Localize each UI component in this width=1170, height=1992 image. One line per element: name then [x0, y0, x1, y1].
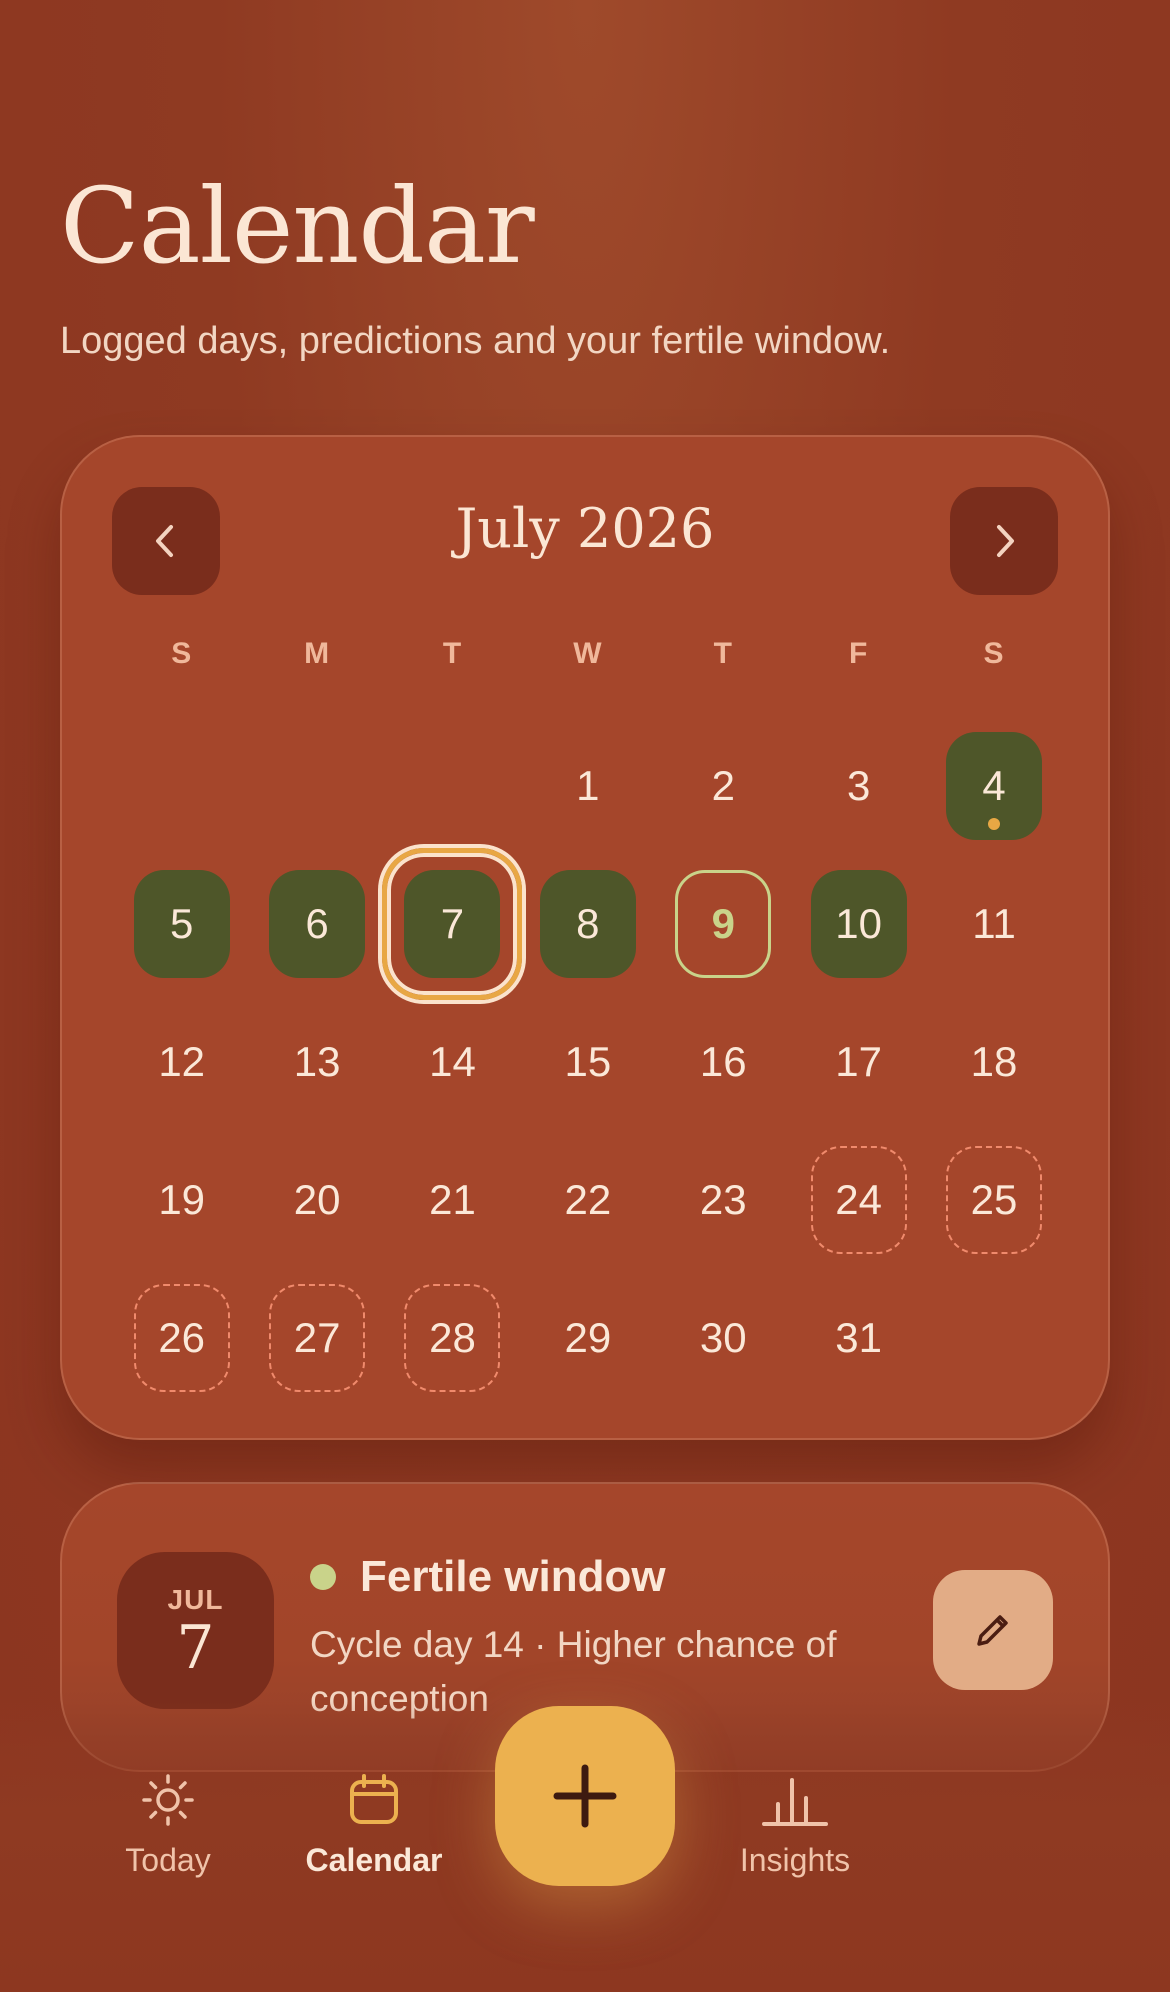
calendar-day-16[interactable]: 16	[675, 1008, 771, 1116]
tab-insights[interactable]: Insights	[710, 1770, 880, 1879]
calendar-cell: 25	[926, 1131, 1061, 1269]
calendar-day-20[interactable]: 20	[269, 1146, 365, 1254]
calendar-day-11[interactable]: 11	[946, 870, 1042, 978]
sun-icon	[142, 1774, 194, 1826]
calendar-cell: 27	[249, 1269, 384, 1407]
calendar-day-2[interactable]: 2	[675, 732, 771, 840]
calendar-day-18[interactable]: 18	[946, 1008, 1042, 1116]
tab-insights-label: Insights	[739, 1842, 851, 1878]
calendar-day-4[interactable]: 4	[946, 732, 1043, 840]
calendar-cell: 12	[114, 993, 249, 1131]
phase-title: Fertile window	[360, 1552, 666, 1601]
tab-today-label: Today	[125, 1842, 211, 1878]
page-subtitle: Logged days, predictions and your fertil…	[60, 320, 891, 362]
plus-icon	[553, 1764, 617, 1828]
date-badge-month: JUL	[167, 1583, 224, 1615]
calendar-day-8[interactable]: 8	[539, 870, 636, 978]
date-badge-day: 7	[176, 1612, 215, 1683]
weekday-label: M	[304, 637, 331, 670]
bar-chart-icon	[762, 1778, 828, 1826]
calendar-day-25[interactable]: 25	[946, 1146, 1043, 1254]
calendar-day-12[interactable]: 12	[134, 1008, 230, 1116]
calendar-day-5[interactable]: 5	[133, 870, 230, 978]
calendar-cell: 29	[520, 1269, 655, 1407]
calendar-cell: 1	[520, 717, 655, 855]
calendar-cell: 4	[926, 717, 1061, 855]
fertile-dot-icon	[310, 1564, 336, 1590]
calendar-cell: 5	[114, 855, 249, 993]
calendar-day-23[interactable]: 23	[675, 1146, 771, 1254]
calendar-cell: 18	[926, 993, 1061, 1131]
calendar-day-29[interactable]: 29	[540, 1284, 636, 1392]
calendar-cell: 26	[114, 1269, 249, 1407]
empty-day-cell	[114, 717, 249, 855]
calendar-day-24[interactable]: 24	[810, 1146, 907, 1254]
calendar-cell: 15	[520, 993, 655, 1131]
calendar-day-3[interactable]: 3	[811, 732, 907, 840]
tab-today[interactable]: Today	[83, 1770, 253, 1879]
add-log-button[interactable]	[495, 1706, 675, 1886]
calendar-card: July 2026 S M T W T F S 1 2 3 4 5 6 7 8 9 10 11 12 1…	[60, 435, 1110, 1440]
pencil-icon	[977, 1615, 1008, 1646]
calendar-day-13[interactable]: 13	[269, 1008, 365, 1116]
calendar-cell: 7	[382, 848, 523, 1000]
calendar-day-14[interactable]: 14	[404, 1008, 500, 1116]
calendar-grid: 1 2 3 4 5 6 7 8 9 10 11 12 13 14 15 16 17 18 19 20 21 22 23 24 2…	[114, 717, 1062, 1407]
calendar-cell: 22	[520, 1131, 655, 1269]
next-month-button[interactable]	[950, 487, 1058, 595]
weekday-label: S	[171, 637, 193, 670]
edit-log-button[interactable]	[933, 1570, 1053, 1690]
calendar-day-10[interactable]: 10	[810, 870, 907, 978]
calendar-cell: 19	[114, 1131, 249, 1269]
empty-day-cell	[385, 717, 520, 855]
weekday-header: S M T W T F S	[114, 637, 1062, 671]
calendar-cell: 20	[249, 1131, 384, 1269]
calendar-day-22[interactable]: 22	[540, 1146, 636, 1254]
calendar-cell: 24	[791, 1131, 926, 1269]
tab-calendar-label: Calendar	[305, 1842, 443, 1878]
calendar-cell: 17	[791, 993, 926, 1131]
calendar-day-26[interactable]: 26	[133, 1284, 230, 1392]
weekday-label: S	[983, 637, 1005, 670]
date-badge: JUL 7	[117, 1552, 274, 1709]
calendar-day-1[interactable]: 1	[540, 732, 636, 840]
calendar-cell: 21	[385, 1131, 520, 1269]
calendar-day-7[interactable]: 7	[382, 848, 523, 1000]
weekday-label: F	[848, 637, 869, 670]
phase-row: Fertile window	[310, 1552, 666, 1602]
calendar-day-9[interactable]: 9	[675, 870, 772, 978]
empty-day-cell	[249, 717, 384, 855]
calendar-icon	[350, 1774, 398, 1824]
calendar-cell: 16	[656, 993, 791, 1131]
log-indicator-dot-icon	[988, 818, 1001, 830]
calendar-cell: 9	[656, 855, 791, 993]
calendar-day-30[interactable]: 30	[675, 1284, 771, 1392]
calendar-day-31[interactable]: 31	[811, 1284, 907, 1392]
calendar-day-27[interactable]: 27	[269, 1284, 366, 1392]
calendar-day-17[interactable]: 17	[811, 1008, 907, 1116]
calendar-cell: 3	[791, 717, 926, 855]
chevron-right-icon	[997, 525, 1014, 557]
calendar-cell: 2	[656, 717, 791, 855]
calendar-cell: 23	[656, 1131, 791, 1269]
calendar-cell: 11	[926, 855, 1061, 993]
calendar-day-19[interactable]: 19	[134, 1146, 230, 1254]
calendar-cell: 10	[791, 855, 926, 993]
calendar-cell: 30	[656, 1269, 791, 1407]
calendar-day-21[interactable]: 21	[404, 1146, 500, 1254]
calendar-day-6[interactable]: 6	[269, 870, 366, 978]
tab-calendar[interactable]: Calendar	[289, 1770, 459, 1879]
weekday-label: W	[573, 637, 603, 670]
calendar-cell: 8	[520, 855, 655, 993]
calendar-day-15[interactable]: 15	[540, 1008, 636, 1116]
weekday-label: T	[442, 637, 463, 670]
weekday-label: T	[713, 637, 733, 670]
calendar-day-28[interactable]: 28	[404, 1284, 501, 1392]
calendar-cell: 28	[385, 1269, 520, 1407]
page-title: Calendar	[60, 165, 535, 287]
calendar-cell: 13	[249, 993, 384, 1131]
calendar-cell: 6	[249, 855, 384, 993]
calendar-cell: 31	[791, 1269, 926, 1407]
calendar-cell: 14	[385, 993, 520, 1131]
